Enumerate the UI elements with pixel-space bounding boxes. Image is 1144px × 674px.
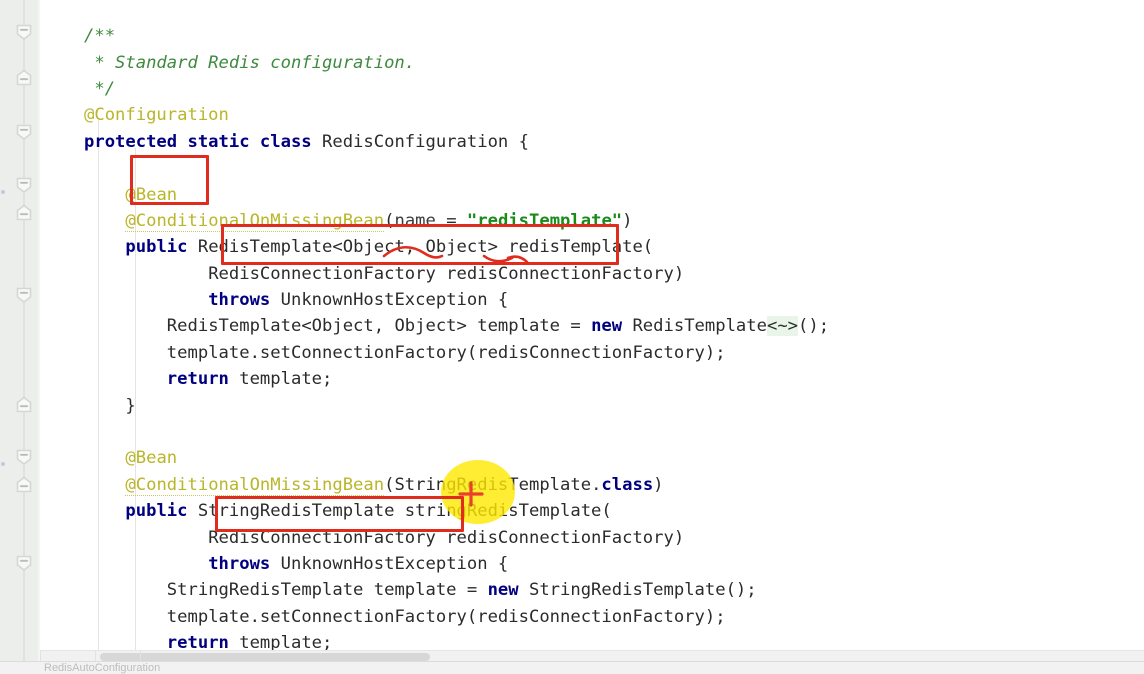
- token-annotation: @Bean: [125, 184, 178, 205]
- token-plain: (: [384, 210, 395, 231]
- fold-marker-collapse-down[interactable]: [14, 122, 34, 142]
- fold-marker-collapse-down[interactable]: [14, 447, 34, 467]
- code-line: /**: [40, 23, 829, 49]
- code-line: public StringRedisTemplate stringRedisTe…: [40, 498, 829, 524]
- gutter-marker-dot[interactable]: [1, 462, 5, 466]
- code-line: @ConditionalOnMissingBean(StringRedisTem…: [40, 472, 829, 498]
- token-keyword: throws: [208, 290, 271, 311]
- token-annotation: @Bean: [125, 448, 178, 469]
- token-plain: ): [653, 474, 664, 495]
- token-plain: RedisTemplate<Object, Object> redisTempl…: [187, 237, 654, 258]
- fold-marker-collapse-down[interactable]: [14, 22, 34, 42]
- code-editor-root: /** * Standard Redis configuration. */ @C…: [0, 0, 1144, 674]
- horizontal-scrollbar-thumb[interactable]: [100, 653, 430, 661]
- fold-marker-collapse-mid[interactable]: [14, 475, 34, 495]
- fold-marker-collapse-mid[interactable]: [14, 203, 34, 223]
- token-keyword: class: [601, 474, 654, 495]
- token-keyword: public: [125, 237, 188, 258]
- code-line: public RedisTemplate<Object, Object> red…: [40, 234, 829, 260]
- token-plain: StringRedisTemplate();: [518, 580, 757, 601]
- code-line: RedisTemplate<Object, Object> template =…: [40, 313, 829, 339]
- token-annotation-underlined: @ConditionalOnMissingBean: [125, 210, 385, 232]
- token-annotation: @Configuration: [84, 105, 229, 126]
- code-line: @Bean: [40, 445, 829, 471]
- fold-marker-collapse-down[interactable]: [14, 175, 34, 195]
- token-comment: * Standard Redis configuration.: [84, 52, 416, 73]
- code-line: template.setConnectionFactory(redisConne…: [40, 604, 829, 630]
- token-keyword: new: [487, 580, 519, 601]
- token-plain: (StringRedisTemplate.: [384, 474, 602, 495]
- token-keyword: public: [125, 501, 188, 522]
- fold-marker-collapse-down[interactable]: [14, 553, 34, 573]
- code-line: throws UnknownHostException {: [40, 551, 829, 577]
- code-line: RedisConnectionFactory redisConnectionFa…: [40, 261, 829, 287]
- fold-marker-collapse-mid[interactable]: [14, 68, 34, 88]
- token-plain: RedisConfiguration {: [311, 131, 529, 152]
- token-annotation-underlined: @ConditionalOnMissingBean: [125, 474, 385, 496]
- code-line: @Bean: [40, 182, 829, 208]
- token-plain: ): [622, 210, 633, 231]
- code-line: RedisConnectionFactory redisConnectionFa…: [40, 525, 829, 551]
- code-line: * Standard Redis configuration.: [40, 50, 829, 76]
- token-string: "redisTemplate": [466, 210, 623, 231]
- token-param: name: [394, 210, 436, 231]
- fold-marker-collapse-mid[interactable]: [14, 395, 34, 415]
- gutter-marker-dot[interactable]: [1, 190, 5, 194]
- token-plain: template.setConnectionFactory(redisConne…: [166, 342, 726, 363]
- token-keyword: return: [166, 369, 229, 390]
- token-plain: UnknownHostException {: [270, 290, 509, 311]
- token-plain: StringRedisTemplate template =: [166, 580, 488, 601]
- token-plain: RedisConnectionFactory redisConnectionFa…: [208, 263, 685, 284]
- token-plain: StringRedisTemplate stringRedisTemplate(: [187, 501, 612, 522]
- token-keyword: new: [591, 316, 623, 337]
- token-keyword: protected static class: [84, 131, 312, 152]
- code-line: @ConditionalOnMissingBean(name = "redisT…: [40, 208, 829, 234]
- token-plain: RedisTemplate: [622, 316, 767, 337]
- token-keyword: throws: [208, 554, 271, 574]
- breadcrumb[interactable]: RedisAutoConfiguration: [0, 661, 1144, 674]
- token-plain: }: [125, 395, 136, 416]
- token-plain: ();: [798, 316, 830, 337]
- code-line: }: [40, 393, 829, 419]
- token-plain: UnknownHostException {: [270, 554, 509, 574]
- token-plain: RedisConnectionFactory redisConnectionFa…: [208, 527, 685, 548]
- code-line: return template;: [40, 366, 829, 392]
- code-line: @Configuration: [40, 102, 829, 128]
- code-line: template.setConnectionFactory(redisConne…: [40, 340, 829, 366]
- token-comment: /**: [84, 26, 116, 47]
- code-line: protected static class RedisConfiguratio…: [40, 129, 829, 155]
- token-folded: <~>: [766, 316, 799, 337]
- code-line: StringRedisTemplate template = new Strin…: [40, 577, 829, 603]
- code-line: */: [40, 76, 829, 102]
- fold-marker-collapse-down[interactable]: [14, 285, 34, 305]
- code-pane[interactable]: /** * Standard Redis configuration. */ @C…: [40, 0, 1144, 674]
- token-plain: =: [435, 210, 467, 231]
- token-plain: RedisTemplate<Object, Object> template =: [166, 316, 592, 337]
- token-plain: template.setConnectionFactory(redisConne…: [166, 606, 726, 627]
- source-code[interactable]: /** * Standard Redis configuration. */ @C…: [40, 23, 829, 656]
- code-line: throws UnknownHostException {: [40, 287, 829, 313]
- token-comment: */: [84, 78, 116, 99]
- token-plain: template;: [228, 369, 333, 390]
